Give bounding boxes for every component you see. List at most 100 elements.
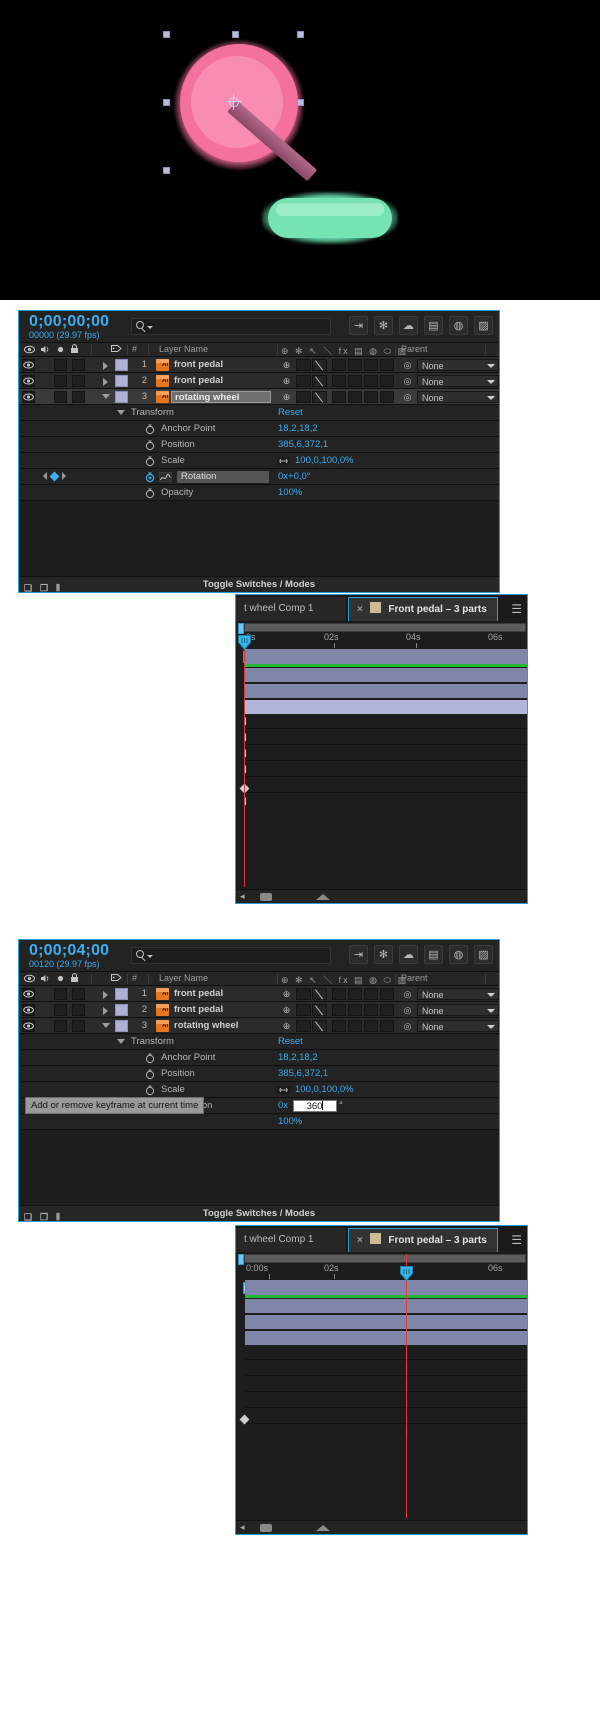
layer-collapse-triangle[interactable] (102, 394, 110, 399)
timeline-footer-2[interactable]: ◂ (236, 1520, 527, 1534)
search-dropdown-icon[interactable] (147, 326, 153, 329)
layer-switch-a[interactable] (332, 391, 346, 403)
chain-link-icon[interactable] (277, 457, 290, 465)
layer-switch-d[interactable] (380, 359, 394, 371)
layer-duration-bar[interactable] (245, 1331, 527, 1345)
layer-quality-switch[interactable] (296, 1004, 311, 1016)
timeline-body-1[interactable]: 0s 02s 04s 06s (236, 623, 527, 903)
layer-label-swatch[interactable] (115, 375, 128, 387)
timeline-zoom-marker[interactable] (316, 1525, 330, 1531)
property-value[interactable]: 18,2,18,2 (278, 421, 318, 437)
selection-handle-tr[interactable] (297, 31, 304, 38)
parent-dropdown[interactable]: None (417, 359, 499, 371)
close-icon[interactable]: × (357, 604, 363, 615)
layer-switch-a[interactable] (332, 1020, 346, 1032)
layer-label-swatch[interactable] (115, 988, 128, 1000)
layer-solo-toggle[interactable] (54, 1004, 67, 1016)
table-row[interactable]: 2 AI front pedal ⊕ ◎ None (19, 373, 499, 389)
selection-handle-tc[interactable] (232, 31, 239, 38)
parent-dropdown[interactable]: None (417, 988, 499, 1000)
property-value[interactable]: 100% (278, 1114, 302, 1130)
layer-duration-bar[interactable] (245, 684, 527, 698)
frame-blend-icon[interactable]: ☁ (399, 316, 418, 335)
zoom-out-icon[interactable]: ◂ (240, 891, 245, 902)
transform-group-row[interactable]: Transform Reset (19, 1034, 499, 1050)
previous-keyframe-icon[interactable] (43, 472, 47, 480)
keyframe-toggle-icon[interactable] (49, 471, 60, 481)
collapse-transform-icon[interactable]: ⊕ (280, 1004, 293, 1016)
layer-quality-switch[interactable] (296, 359, 311, 371)
property-row-anchor-point[interactable]: Anchor Point 18,2,18,2 (19, 421, 499, 437)
value-graph-icon[interactable] (159, 472, 172, 482)
selection-handle-bl[interactable] (163, 167, 170, 174)
layer-lock-toggle[interactable] (72, 1020, 85, 1032)
tab-wheel-comp[interactable]: t wheel Comp 1 (236, 1228, 346, 1252)
stopwatch-icon[interactable] (145, 455, 155, 467)
layer-quality-switch[interactable] (296, 391, 311, 403)
layer-expand-triangle[interactable] (103, 378, 108, 386)
layer-video-toggle[interactable] (22, 1004, 35, 1016)
layer-effects-switch[interactable] (312, 391, 327, 403)
composition-mini-flowchart-icon[interactable]: ⇥ (349, 316, 368, 335)
layer-switch-b[interactable] (348, 1020, 362, 1032)
selection-handle-ml[interactable] (163, 99, 170, 106)
time-ruler-1[interactable]: 0s 02s 04s 06s (244, 632, 527, 648)
layer-quality-switch[interactable] (296, 1020, 311, 1032)
rotation-degrees-edit-field[interactable]: 360 (293, 1100, 337, 1112)
layer-expand-triangle[interactable] (103, 362, 108, 370)
layer-switch-c[interactable] (364, 359, 378, 371)
layer-in-point-handle[interactable] (243, 1282, 246, 1294)
current-time-indicator-icon[interactable] (400, 1266, 413, 1281)
tab-front-pedal[interactable]: × Front pedal – 3 parts (348, 597, 498, 621)
graph-editor-icon[interactable]: ▤ (424, 316, 443, 335)
parent-dropdown[interactable]: None (417, 391, 499, 403)
property-row-opacity[interactable]: 100% (19, 1114, 499, 1130)
current-timecode[interactable]: 0;00;00;00 (29, 313, 109, 331)
parent-pickwhip-icon[interactable]: ◎ (401, 1020, 414, 1032)
property-row-anchor-point[interactable]: Anchor Point 18,2,18,2 (19, 1050, 499, 1066)
property-value[interactable]: 0x+0,0° (278, 469, 311, 485)
layer-expand-triangle[interactable] (103, 1007, 108, 1015)
layer-switch-a[interactable] (332, 375, 346, 387)
transform-reset-button[interactable]: Reset (278, 1034, 303, 1050)
timeline-rows-2[interactable]: I I I I (239, 1280, 527, 1520)
duplicate-icon[interactable]: ❐ (40, 1209, 48, 1225)
layer-video-toggle[interactable] (22, 988, 35, 1000)
parent-dropdown[interactable]: None (417, 1020, 499, 1032)
search-input[interactable] (131, 947, 331, 964)
keyframe-navigator[interactable] (43, 471, 66, 481)
timeline-zoom-slider[interactable] (260, 893, 272, 901)
current-time-indicator-icon[interactable] (238, 635, 251, 650)
layer-video-toggle[interactable] (22, 1020, 35, 1032)
next-keyframe-icon[interactable] (62, 472, 66, 480)
toggle-switches-modes-bar-1[interactable]: ❏ ❐ ⦀ Toggle Switches / Modes (19, 576, 499, 593)
timeline-panel-1[interactable]: 0;00;00;00 00000 (29.97 fps) ⇥ ✻ ☁ ▤ ◍ ▨ (18, 310, 500, 593)
property-value[interactable]: 385,6,372,1 (278, 1066, 328, 1082)
timeline-zoom-marker[interactable] (316, 894, 330, 900)
property-row-scale[interactable]: Scale 100,0,100,0% (19, 1082, 499, 1098)
layer-solo-toggle[interactable] (54, 391, 67, 403)
chain-link-icon[interactable] (277, 1086, 290, 1094)
collapse-transform-icon[interactable]: ⊕ (280, 391, 293, 403)
transform-collapse-triangle[interactable] (117, 1039, 125, 1044)
parent-pickwhip-icon[interactable]: ◎ (401, 988, 414, 1000)
stopwatch-icon[interactable] (145, 471, 155, 483)
shy-icon[interactable]: ◍ (449, 945, 468, 964)
layer-name[interactable]: front pedal (174, 373, 223, 389)
layer-switch-a[interactable] (332, 1004, 346, 1016)
stopwatch-icon[interactable] (145, 487, 155, 499)
table-row[interactable]: 1 AI front pedal ⊕ ◎ None (19, 986, 499, 1002)
property-row-position[interactable]: Position 385,6,372,1 (19, 437, 499, 453)
layer-duration-bar[interactable] (245, 1280, 527, 1295)
layer-effects-switch[interactable] (312, 375, 327, 387)
layer-switch-c[interactable] (364, 391, 378, 403)
transform-collapse-triangle[interactable] (117, 410, 125, 415)
layer-name[interactable]: front pedal (174, 986, 223, 1002)
timeline-body-2[interactable]: 0:00s 02s 06s ◂ (236, 1254, 527, 1534)
composition-mini-flowchart-icon[interactable]: ⇥ (349, 945, 368, 964)
property-row-rotation[interactable]: Rotation 0x+0,0° (19, 469, 499, 485)
layer-name[interactable]: front pedal (174, 1002, 223, 1018)
search-input[interactable] (131, 318, 331, 335)
layer-lock-toggle[interactable] (72, 1004, 85, 1016)
layer-switch-d[interactable] (380, 1020, 394, 1032)
